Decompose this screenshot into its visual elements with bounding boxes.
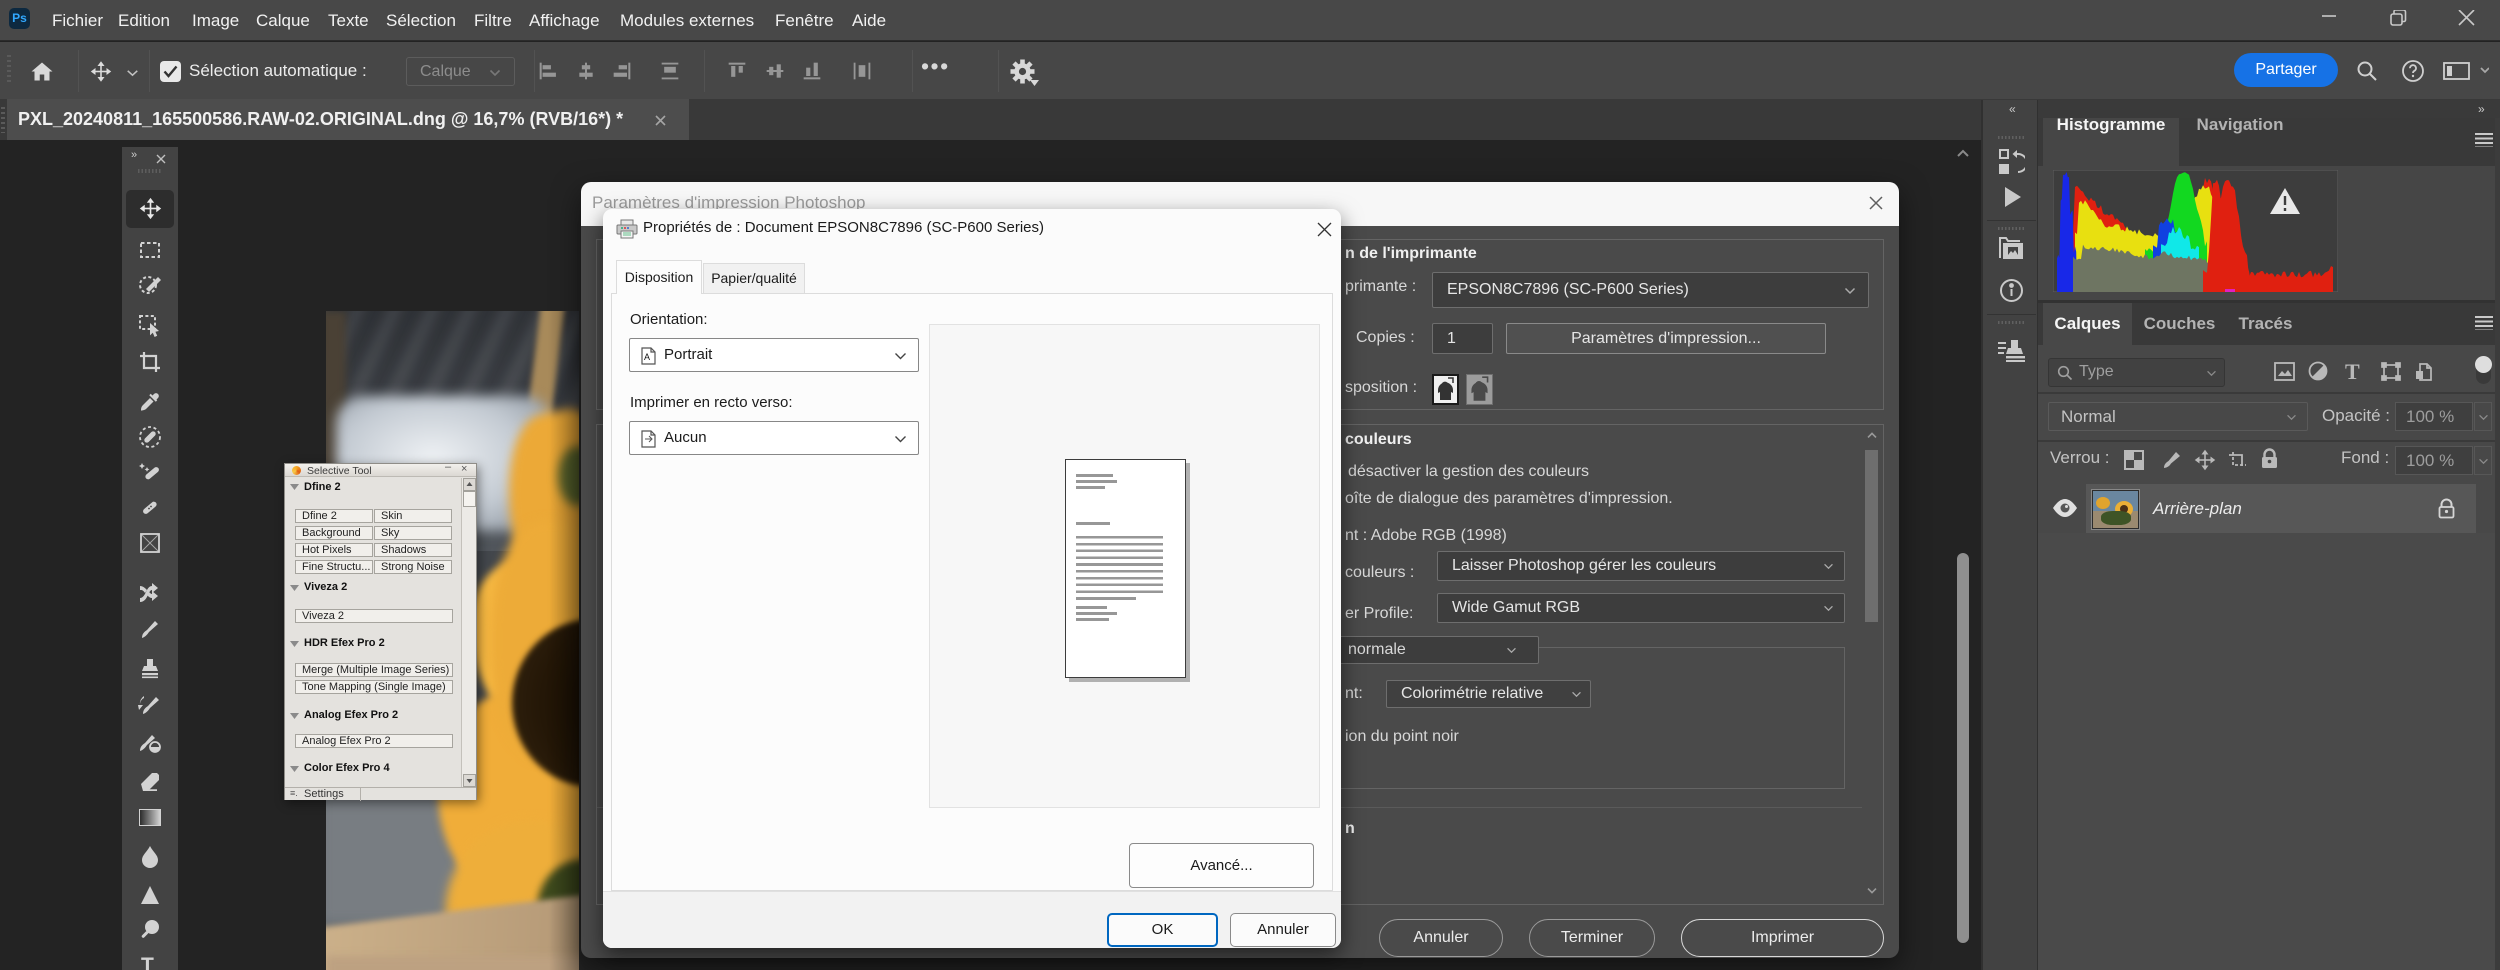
svg-text:A: A	[644, 352, 650, 362]
